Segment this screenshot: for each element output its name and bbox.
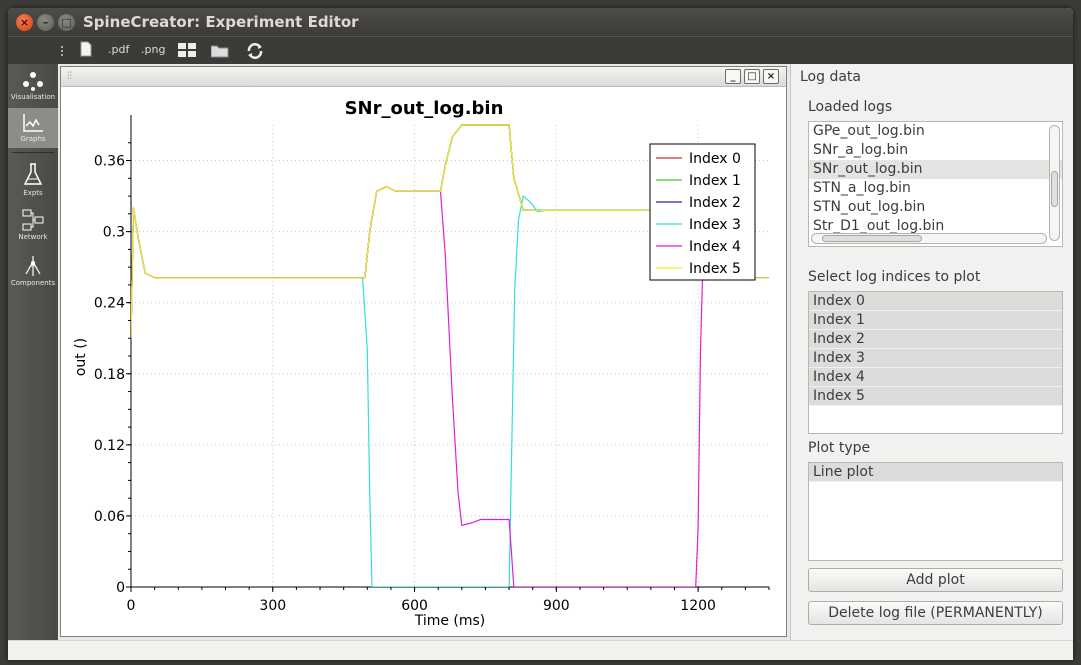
plot-type-label: Plot type [808,440,871,456]
plot-type-list[interactable]: Line plot [808,462,1063,561]
legend-label: Index 1 [689,173,741,189]
line-chart[interactable]: 0 0.06 0.12 0.18 0.24 0.3 0.36 0 300 600 900 1200 SN… [61,87,786,636]
list-item[interactable]: Index 3 [809,349,1062,368]
vertical-scrollbar[interactable] [1049,125,1060,241]
subwindow-maximize-button[interactable]: □ [744,69,760,84]
maximize-window-button[interactable]: □ [58,14,75,31]
tile-windows-icon[interactable] [178,43,196,61]
scrollbar-thumb[interactable] [822,235,922,242]
y-tick-label: 0.3 [103,225,125,241]
horizontal-scrollbar[interactable] [811,233,1047,244]
legend-label: Index 3 [689,217,741,233]
network-icon [22,209,44,231]
list-item[interactable]: Index 2 [809,330,1062,349]
subwindow-grip-icon: ⫶⫶ [67,71,72,82]
y-tick-label: 0.18 [94,367,125,383]
new-document-icon[interactable] [80,41,92,60]
plot-mdi-area: ⫶⫶ _ □ × 0 0.06 0.12 0.18 0.24 0.3 0.36 0 300 600… [58,64,791,640]
graphs-icon [23,114,43,132]
x-tick-label: 1200 [680,598,716,614]
sidebar-item-graphs[interactable]: Graphs [8,108,58,148]
subwindow-minimize-button[interactable]: _ [725,69,741,84]
add-plot-button[interactable]: Add plot [808,568,1063,592]
subwindow-close-button[interactable]: × [763,69,779,84]
list-item[interactable]: Index 1 [809,311,1062,330]
components-icon [25,256,41,276]
legend-label: Index 0 [689,151,741,167]
list-item[interactable]: STN_a_log.bin [809,179,1062,198]
y-tick-label: 0.12 [94,438,125,454]
y-tick-label: 0.36 [94,154,125,170]
y-tick-label: 0.24 [94,296,125,312]
export-png-button[interactable]: .png [141,43,165,56]
refresh-icon[interactable] [245,41,265,64]
minimize-window-button[interactable]: – [37,14,54,31]
main-window: × – □ SpineCreator: Experiment Editor .p… [8,8,1073,660]
loaded-logs-list[interactable]: GPe_out_log.bin SNr_a_log.bin SNr_out_lo… [808,121,1063,247]
panel-title: Log data [800,69,861,85]
sidebar-divider [12,152,54,153]
flask-icon [23,163,43,185]
list-item[interactable]: SNr_out_log.bin [809,160,1062,179]
side-navigation: Visualisation Graphs Expts Network Compo… [8,64,58,640]
title-bar: × – □ SpineCreator: Experiment Editor [8,8,1073,36]
legend-label: Index 5 [689,261,741,277]
y-tick-label: 0 [116,580,125,596]
x-axis-label: Time (ms) [414,613,486,629]
list-item[interactable]: STN_out_log.bin [809,198,1062,217]
subwindow-title-bar[interactable]: ⫶⫶ _ □ × [61,67,786,87]
sidebar-item-expts[interactable]: Expts [8,162,58,202]
log-indices-list[interactable]: Index 0 Index 1 Index 2 Index 3 Index 4 … [808,291,1063,434]
list-item[interactable]: SNr_a_log.bin [809,141,1062,160]
x-tick-label: 600 [401,598,428,614]
x-tick-label: 0 [127,598,136,614]
status-bar [8,640,1073,660]
legend-label: Index 2 [689,195,741,211]
chart-title: SNr_out_log.bin [345,98,504,119]
scrollbar-thumb[interactable] [1051,171,1058,207]
sidebar-item-visualisation[interactable]: Visualisation [8,70,58,106]
indices-label: Select log indices to plot [808,269,981,285]
toolbar-grip-icon[interactable] [61,46,64,56]
list-item[interactable]: Index 4 [809,368,1062,387]
loaded-logs-label: Loaded logs [808,99,893,115]
sidebar-item-components[interactable]: Components [8,254,58,294]
y-tick-label: 0.06 [94,509,125,525]
log-data-panel: Log data Loaded logs GPe_out_log.bin SNr… [792,64,1073,640]
window-title: SpineCreator: Experiment Editor [83,13,359,31]
legend-label: Index 4 [689,239,741,255]
y-axis-label: out () [73,338,89,376]
sidebar-item-network[interactable]: Network [8,208,58,248]
list-item[interactable]: Index 0 [809,292,1062,311]
plot-subwindow: ⫶⫶ _ □ × 0 0.06 0.12 0.18 0.24 0.3 0.36 0 300 600… [60,66,787,637]
list-item[interactable]: Line plot [809,463,1062,482]
export-pdf-button[interactable]: .pdf [108,43,129,56]
close-window-button[interactable]: × [16,14,33,31]
toolbar: .pdf .png [8,36,1073,64]
open-folder-icon[interactable] [210,44,229,61]
delete-log-file-button[interactable]: Delete log file (PERMANENTLY) [808,601,1063,625]
list-item[interactable]: Index 5 [809,387,1062,406]
x-tick-label: 900 [543,598,570,614]
visualisation-icon [23,72,43,91]
list-item[interactable]: GPe_out_log.bin [809,122,1062,141]
x-tick-label: 300 [259,598,286,614]
